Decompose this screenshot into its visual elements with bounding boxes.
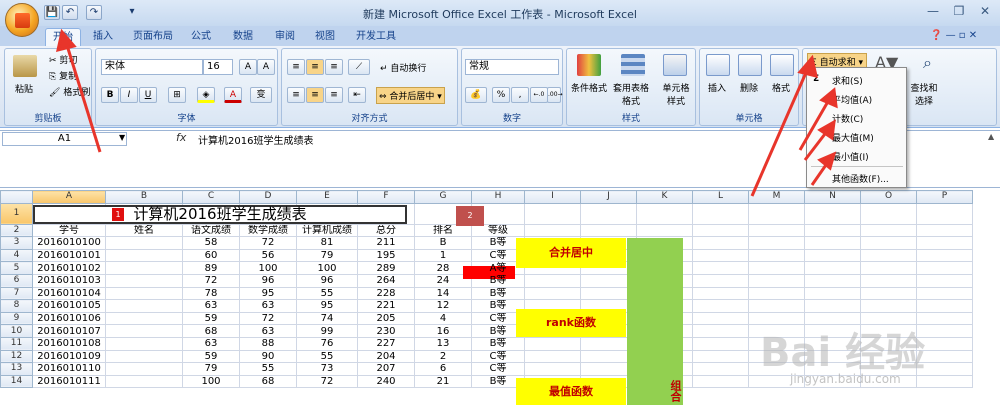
arrow-to-autosum <box>750 67 810 197</box>
arrow-head-average <box>819 87 838 109</box>
arrow-head-min <box>817 151 837 171</box>
arrow-head-autosum <box>797 54 818 79</box>
arrow-to-average <box>798 97 832 151</box>
arrow-to-home-tab <box>64 41 102 153</box>
arrow-head-home <box>56 28 77 53</box>
annotation-arrows <box>56 28 838 197</box>
